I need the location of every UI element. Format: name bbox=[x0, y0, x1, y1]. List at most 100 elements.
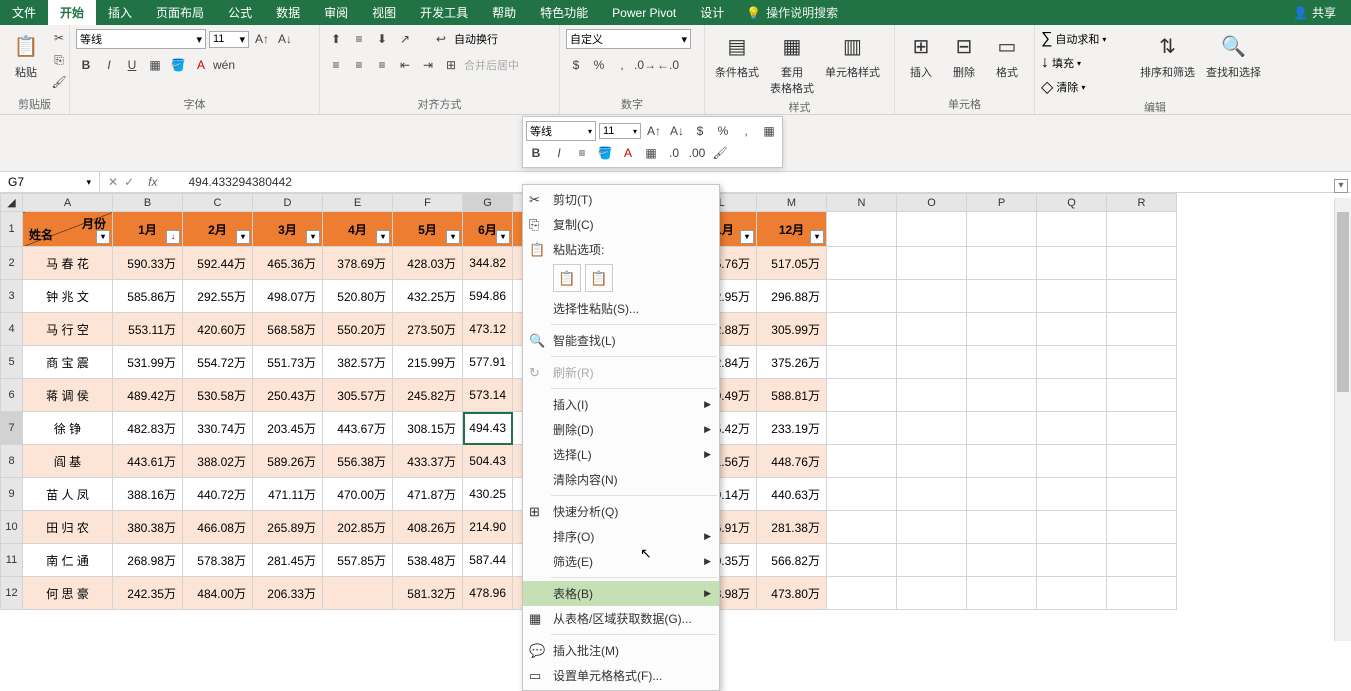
data-cell[interactable]: 432.25万 bbox=[393, 280, 463, 313]
data-cell[interactable]: 203.45万 bbox=[253, 412, 323, 445]
ctx-cut[interactable]: ✂剪切(T) bbox=[523, 187, 719, 212]
ctx-table[interactable]: 表格(B)▶ bbox=[523, 581, 719, 606]
data-cell[interactable]: 382.57万 bbox=[323, 346, 393, 379]
data-cell[interactable]: 242.35万 bbox=[113, 577, 183, 610]
data-cell[interactable]: 388.16万 bbox=[113, 478, 183, 511]
data-cell[interactable]: 556.38万 bbox=[323, 445, 393, 478]
align-bottom-icon[interactable]: ⬇ bbox=[372, 29, 392, 49]
paste-opt-2[interactable]: 📋 bbox=[585, 264, 613, 292]
border-icon[interactable]: ▦ bbox=[759, 121, 779, 141]
empty-cell[interactable] bbox=[1107, 577, 1177, 610]
data-cell[interactable]: 550.20万 bbox=[323, 313, 393, 346]
cell-styles-button[interactable]: ▥单元格样式 bbox=[821, 28, 884, 82]
row-header[interactable]: 8 bbox=[1, 445, 23, 478]
col-header[interactable]: N bbox=[827, 194, 897, 212]
data-cell[interactable]: 281.45万 bbox=[253, 544, 323, 577]
data-cell[interactable]: 265.89万 bbox=[253, 511, 323, 544]
font-color-button[interactable]: A bbox=[618, 143, 638, 163]
data-cell[interactable] bbox=[323, 577, 393, 610]
cut-icon[interactable]: ✂ bbox=[49, 28, 69, 48]
bold-button[interactable]: B bbox=[526, 143, 546, 163]
name-cell[interactable]: 苗 人 凤 bbox=[23, 478, 113, 511]
comma-icon[interactable]: , bbox=[612, 55, 632, 75]
empty-cell[interactable] bbox=[897, 412, 967, 445]
empty-cell[interactable] bbox=[1037, 280, 1107, 313]
align-center-icon[interactable]: ≡ bbox=[572, 143, 592, 163]
number-format-combo[interactable]: 自定义▾ bbox=[566, 29, 691, 49]
paste-opt-1[interactable]: 📋 bbox=[553, 264, 581, 292]
empty-cell[interactable] bbox=[1107, 313, 1177, 346]
data-cell[interactable]: 206.33万 bbox=[253, 577, 323, 610]
empty-cell[interactable] bbox=[1037, 247, 1107, 280]
row-header[interactable]: 2 bbox=[1, 247, 23, 280]
empty-cell[interactable] bbox=[897, 280, 967, 313]
tab-home[interactable]: 开始 bbox=[48, 0, 96, 25]
empty-cell[interactable] bbox=[827, 247, 897, 280]
data-cell[interactable]: 470.00万 bbox=[323, 478, 393, 511]
data-cell[interactable]: 233.19万 bbox=[757, 412, 827, 445]
filter-icon[interactable]: ▾ bbox=[810, 230, 824, 244]
empty-cell[interactable] bbox=[1037, 478, 1107, 511]
name-cell[interactable]: 钟 兆 文 bbox=[23, 280, 113, 313]
empty-cell[interactable] bbox=[897, 247, 967, 280]
filter-icon[interactable]: ▾ bbox=[740, 230, 754, 244]
empty-cell[interactable] bbox=[1107, 346, 1177, 379]
empty-cell[interactable] bbox=[897, 511, 967, 544]
empty-cell[interactable] bbox=[967, 478, 1037, 511]
merge-icon[interactable]: ⊞ bbox=[441, 55, 461, 75]
month-header[interactable]: 4月▾ bbox=[323, 212, 393, 247]
col-header[interactable]: B bbox=[113, 194, 183, 212]
row-header[interactable]: 11 bbox=[1, 544, 23, 577]
data-cell[interactable]: 305.99万 bbox=[757, 313, 827, 346]
tab-pivot[interactable]: Power Pivot bbox=[600, 0, 688, 25]
col-header[interactable]: D bbox=[253, 194, 323, 212]
empty-cell[interactable] bbox=[827, 313, 897, 346]
ctx-filter[interactable]: 筛选(E)▶ bbox=[523, 549, 719, 574]
find-select-button[interactable]: 🔍查找和选择 bbox=[1202, 28, 1265, 82]
col-header[interactable]: Q bbox=[1037, 194, 1107, 212]
data-cell[interactable]: 433.37万 bbox=[393, 445, 463, 478]
data-cell[interactable]: 202.85万 bbox=[323, 511, 393, 544]
empty-cell[interactable] bbox=[827, 379, 897, 412]
data-cell[interactable]: 568.58万 bbox=[253, 313, 323, 346]
tab-review[interactable]: 审阅 bbox=[312, 0, 360, 25]
empty-cell[interactable] bbox=[1107, 412, 1177, 445]
name-cell[interactable]: 蒋 调 侯 bbox=[23, 379, 113, 412]
currency-icon[interactable]: $ bbox=[690, 121, 710, 141]
insert-cells-button[interactable]: ⊞插入 bbox=[901, 28, 941, 82]
row-header[interactable]: 4 bbox=[1, 313, 23, 346]
tab-file[interactable]: 文件 bbox=[0, 0, 48, 25]
data-cell[interactable]: 443.67万 bbox=[323, 412, 393, 445]
col-header[interactable]: M bbox=[757, 194, 827, 212]
expand-formula-icon[interactable]: ▾ bbox=[1334, 179, 1348, 193]
data-cell[interactable]: 588.81万 bbox=[757, 379, 827, 412]
fill-color-button[interactable]: 🪣 bbox=[168, 55, 188, 75]
ctx-comment[interactable]: 💬插入批注(M) bbox=[523, 638, 719, 663]
row-header[interactable]: 5 bbox=[1, 346, 23, 379]
shrink-font-icon[interactable]: A↓ bbox=[275, 29, 295, 49]
empty-cell[interactable] bbox=[1037, 412, 1107, 445]
mini-font-combo[interactable]: 等线▾ bbox=[526, 121, 596, 141]
autosum-button[interactable]: ∑自动求和▾ bbox=[1041, 28, 1133, 50]
data-cell[interactable]: 504.43 bbox=[463, 445, 513, 478]
data-cell[interactable]: 538.48万 bbox=[393, 544, 463, 577]
italic-button[interactable]: I bbox=[549, 143, 569, 163]
tab-view[interactable]: 视图 bbox=[360, 0, 408, 25]
data-cell[interactable]: 330.74万 bbox=[183, 412, 253, 445]
data-cell[interactable]: 520.80万 bbox=[323, 280, 393, 313]
data-cell[interactable]: 292.55万 bbox=[183, 280, 253, 313]
ctx-sort[interactable]: 排序(O)▶ bbox=[523, 524, 719, 549]
data-cell[interactable]: 466.08万 bbox=[183, 511, 253, 544]
data-cell[interactable]: 378.69万 bbox=[323, 247, 393, 280]
ctx-clear[interactable]: 清除内容(N) bbox=[523, 467, 719, 492]
empty-cell[interactable] bbox=[967, 247, 1037, 280]
ctx-insert[interactable]: 插入(I)▶ bbox=[523, 392, 719, 417]
name-cell[interactable]: 田 归 农 bbox=[23, 511, 113, 544]
data-cell[interactable]: 268.98万 bbox=[113, 544, 183, 577]
row-header[interactable]: 7 bbox=[1, 412, 23, 445]
empty-cell[interactable] bbox=[827, 577, 897, 610]
row-header[interactable]: 12 bbox=[1, 577, 23, 610]
name-cell[interactable]: 马 春 花 bbox=[23, 247, 113, 280]
empty-cell[interactable] bbox=[967, 212, 1037, 247]
data-cell[interactable]: 214.90 bbox=[463, 511, 513, 544]
